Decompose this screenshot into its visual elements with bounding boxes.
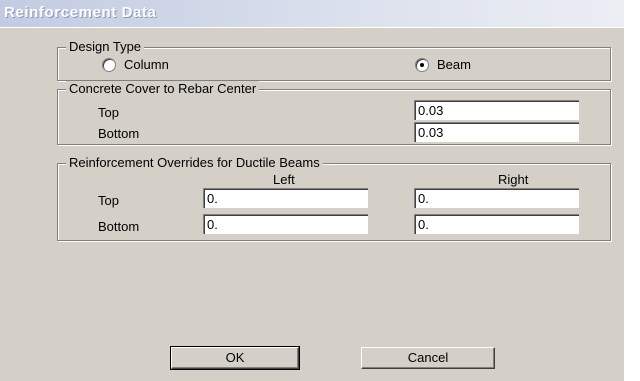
- concrete-cover-legend: Concrete Cover to Rebar Center: [66, 81, 260, 96]
- concrete-cover-group: Concrete Cover to Rebar Center Top Botto…: [57, 81, 611, 145]
- overrides-left-header: Left: [273, 172, 295, 187]
- beam-radio[interactable]: Beam: [415, 57, 471, 72]
- title-separator: [0, 27, 624, 28]
- reinforcement-data-dialog: Reinforcement Data Design Type Column Be…: [0, 0, 624, 381]
- design-type-group: Design Type Column Beam: [57, 39, 611, 81]
- column-radio[interactable]: Column: [102, 57, 169, 72]
- cover-top-input[interactable]: [414, 100, 579, 120]
- cancel-button[interactable]: Cancel: [361, 347, 495, 369]
- cover-bottom-input[interactable]: [414, 122, 579, 142]
- overrides-top-right-input[interactable]: [414, 188, 579, 208]
- overrides-group: Reinforcement Overrides for Ductile Beam…: [57, 155, 611, 241]
- title-bar: Reinforcement Data: [0, 0, 624, 27]
- overrides-right-header: Right: [498, 172, 529, 187]
- cover-bottom-label: Bottom: [98, 126, 140, 141]
- overrides-bottom-right-input[interactable]: [414, 214, 579, 234]
- column-radio-dot[interactable]: [102, 57, 116, 72]
- column-radio-label: Column: [124, 57, 169, 72]
- ok-button[interactable]: OK: [170, 346, 300, 370]
- overrides-bottom-label: Bottom: [98, 219, 140, 234]
- overrides-top-label: Top: [98, 193, 119, 208]
- overrides-top-left-input[interactable]: [203, 188, 368, 208]
- dialog-title: Reinforcement Data: [4, 4, 157, 21]
- beam-radio-label: Beam: [437, 57, 471, 72]
- design-type-legend: Design Type: [66, 39, 145, 54]
- overrides-bottom-left-input[interactable]: [203, 214, 368, 234]
- overrides-legend: Reinforcement Overrides for Ductile Beam…: [66, 155, 323, 170]
- cover-top-label: Top: [98, 105, 119, 120]
- beam-radio-dot[interactable]: [415, 57, 429, 72]
